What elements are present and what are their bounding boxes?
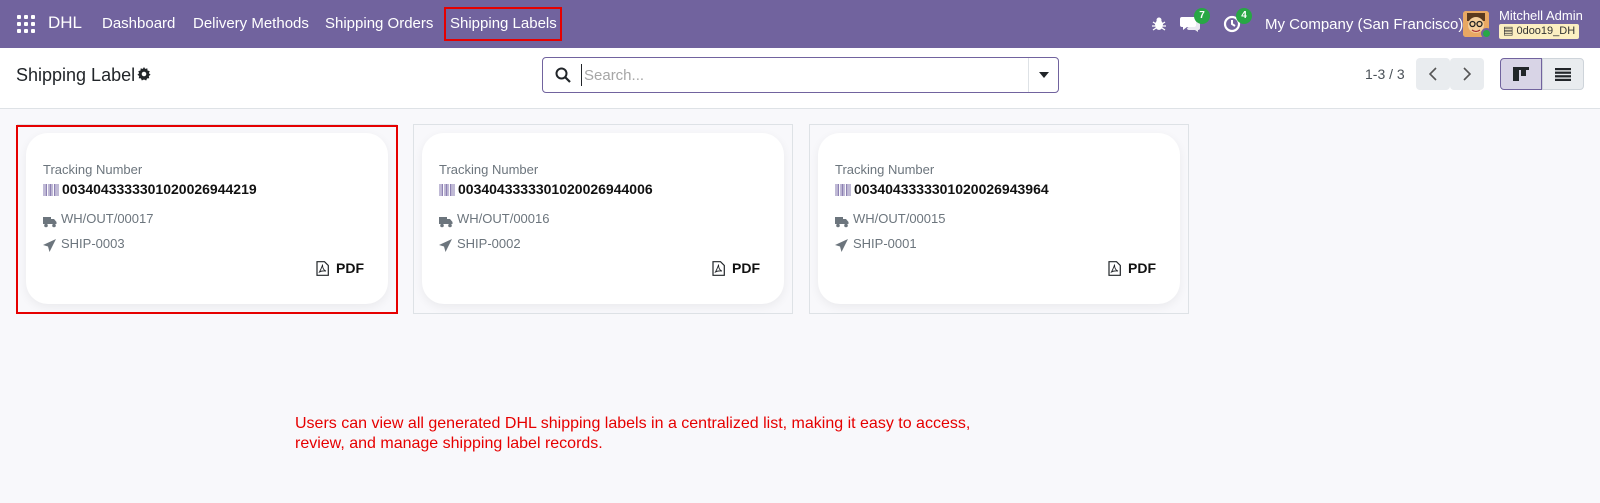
activities-badge: 4 [1236,8,1252,24]
apps-menu-icon[interactable] [17,15,35,33]
kanban-record-3[interactable]: Tracking Number 003404333330102002694396… [809,124,1189,314]
kanban-view-button[interactable] [1500,58,1542,90]
shipping-label-card[interactable]: Tracking Number 003404333330102002694396… [818,133,1180,304]
kanban-record-2[interactable]: Tracking Number 003404333330102002694400… [413,124,793,314]
messages-icon[interactable]: 7 [1178,8,1210,36]
tracking-number-label: Tracking Number [835,162,935,177]
file-pdf-icon [316,260,329,276]
truck-icon [439,215,453,228]
search-input[interactable] [581,64,1011,86]
kanban-icon [1513,67,1529,81]
file-pdf-icon [1108,260,1121,276]
pdf-label: PDF [1128,260,1156,276]
pdf-download-button[interactable]: PDF [1108,260,1156,276]
delivery-reference: WH/OUT/00015 [853,211,946,226]
pdf-label: PDF [732,260,760,276]
file-pdf-icon [712,260,725,276]
caret-down-icon [1038,72,1049,78]
search-options-toggle[interactable] [1028,58,1058,92]
page-title: Shipping Label [16,65,136,85]
tracking-number-label: Tracking Number [43,162,143,177]
menu-shipping-orders[interactable]: Shipping Orders [325,15,433,32]
barcode-icon [834,183,851,196]
kanban-record-1[interactable]: Tracking Number 003404333330102002694421… [17,124,397,314]
online-status-dot [1481,28,1492,39]
tracking-number: 0034043333301020026943964 [854,181,1049,197]
pdf-label: PDF [336,260,364,276]
debug-bug-icon[interactable] [1147,12,1171,36]
pdf-download-button[interactable]: PDF [712,260,760,276]
chevron-right-icon [1463,67,1471,81]
truck-icon [43,215,57,228]
paper-plane-icon [43,239,56,252]
truck-icon [835,215,849,228]
user-name[interactable]: Mitchell Admin [1499,8,1583,23]
search-icon [555,67,571,83]
delivery-reference: WH/OUT/00016 [457,211,550,226]
app-name[interactable]: DHL [48,13,82,33]
shipping-label-card[interactable]: Tracking Number 003404333330102002694421… [26,133,388,304]
top-navbar: DHL Dashboard Delivery Methods Shipping … [0,0,1600,48]
tracking-number: 0034043333301020026944219 [62,181,257,197]
pager-previous-button[interactable] [1416,58,1450,90]
shipment-reference: SHIP-0003 [61,236,125,251]
list-icon [1555,67,1571,81]
delivery-reference: WH/OUT/00017 [61,211,154,226]
control-panel: Shipping Label 1-3 / 3 [0,48,1600,109]
menu-highlight-frame [444,7,562,41]
pdf-download-button[interactable]: PDF [316,260,364,276]
database-badge: ▤ 0doo19_DH [1499,24,1580,39]
company-switcher[interactable]: My Company (San Francisco) [1265,16,1463,33]
activities-clock-icon[interactable]: 4 [1220,8,1252,36]
pager-next-button[interactable] [1450,58,1484,90]
database-icon: ▤ [1503,25,1517,37]
barcode-icon [438,183,455,196]
shipment-reference: SHIP-0002 [457,236,521,251]
annotation-caption: Users can view all generated DHL shippin… [295,415,971,452]
menu-delivery-methods[interactable]: Delivery Methods [193,15,309,32]
list-view-button[interactable] [1542,58,1584,90]
pager-value[interactable]: 1-3 / 3 [1365,66,1405,82]
database-name: 0doo19_DH [1516,25,1576,37]
barcode-icon [42,183,59,196]
paper-plane-icon [439,239,452,252]
search-bar [542,57,1059,93]
paper-plane-icon [835,239,848,252]
tracking-number-label: Tracking Number [439,162,539,177]
gear-icon[interactable] [137,67,153,83]
shipment-reference: SHIP-0001 [853,236,917,251]
menu-dashboard[interactable]: Dashboard [102,15,175,32]
chevron-left-icon [1429,67,1437,81]
messages-badge: 7 [1194,8,1210,24]
tracking-number: 0034043333301020026944006 [458,181,653,197]
shipping-label-card[interactable]: Tracking Number 003404333330102002694400… [422,133,784,304]
